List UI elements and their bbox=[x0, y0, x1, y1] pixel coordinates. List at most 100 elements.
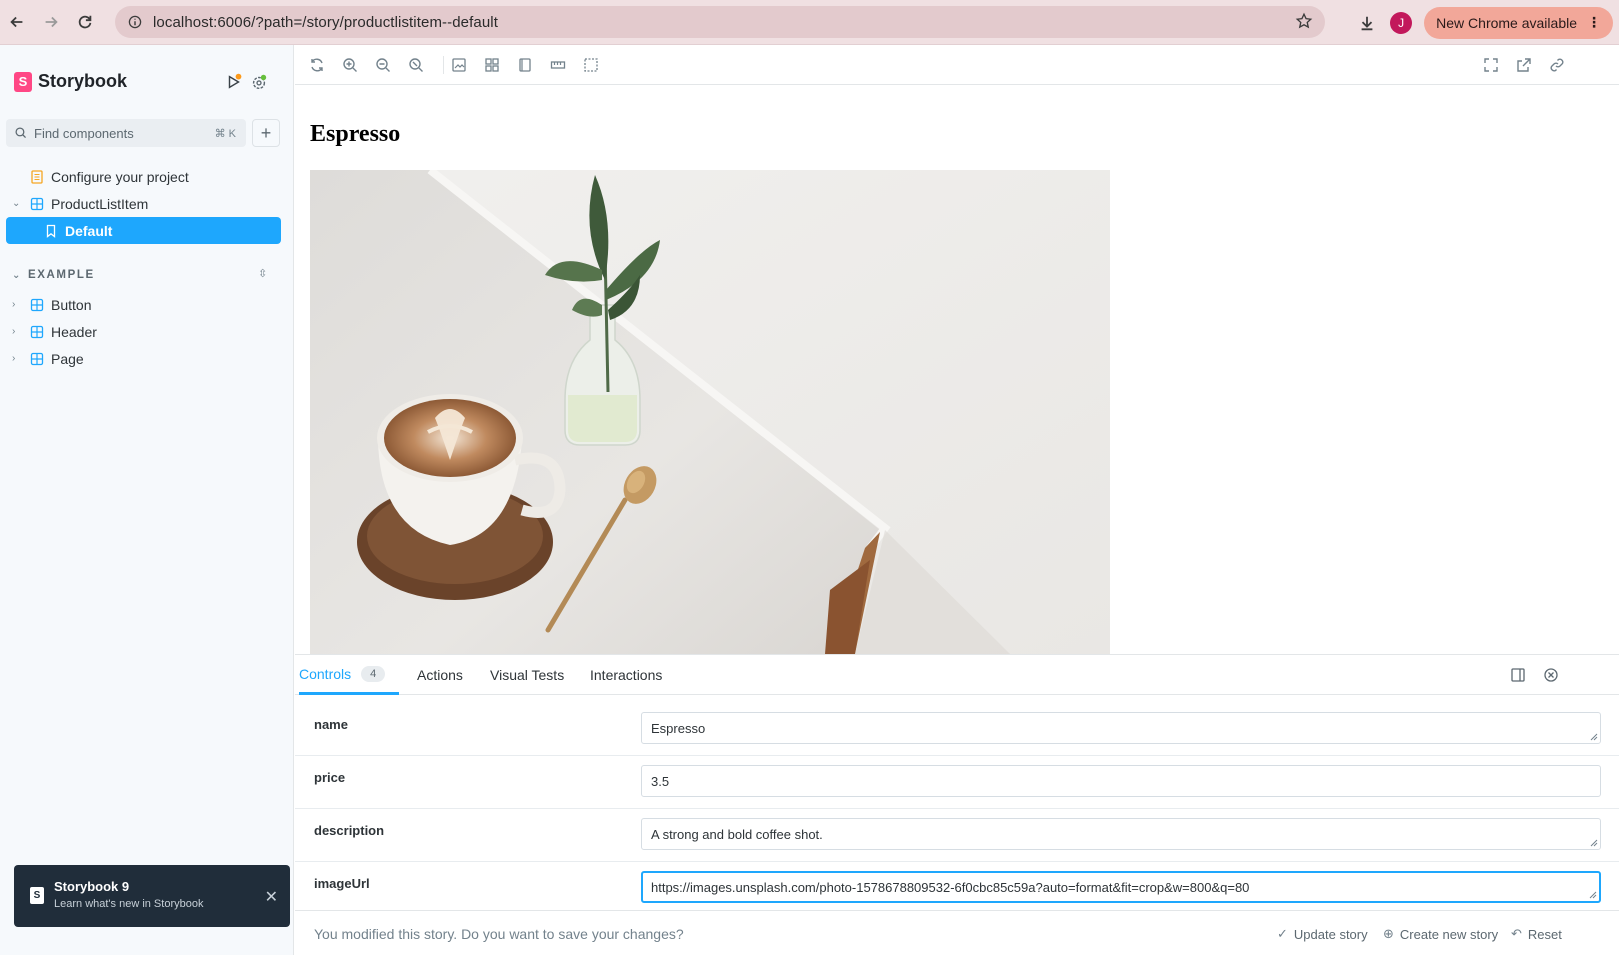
search-placeholder: Find components bbox=[34, 125, 134, 141]
resize-handle-icon[interactable] bbox=[1590, 839, 1598, 847]
open-new-tab-icon[interactable] bbox=[1516, 57, 1532, 73]
sidebar-item-label: Button bbox=[51, 296, 92, 313]
sidebar-item-button[interactable]: › Button bbox=[0, 291, 294, 318]
chevron-right-icon: › bbox=[12, 299, 16, 310]
chevron-down-icon: ⌄ bbox=[12, 269, 22, 281]
sidebar-item-productlistitem[interactable]: ⌄ ProductListItem bbox=[0, 190, 294, 217]
update-story-button[interactable]: ✓ Update story bbox=[1277, 926, 1368, 942]
description-field[interactable]: A strong and bold coffee shot. bbox=[641, 818, 1601, 850]
toast-subtitle: Learn what's new in Storybook bbox=[54, 898, 204, 910]
remount-icon[interactable] bbox=[309, 57, 325, 73]
component-icon bbox=[30, 352, 44, 365]
resize-handle-icon[interactable] bbox=[1589, 891, 1597, 899]
panel-orientation-icon[interactable] bbox=[1510, 667, 1526, 683]
browser-toolbar: localhost:6006/?path=/story/productlisti… bbox=[0, 0, 1619, 45]
sidebar-item-configure[interactable]: Configure your project bbox=[0, 163, 294, 190]
sidebar-item-page[interactable]: › Page bbox=[0, 345, 294, 372]
bookmark-icon bbox=[46, 224, 56, 238]
reload-button[interactable] bbox=[68, 5, 102, 39]
background-icon[interactable] bbox=[451, 57, 467, 73]
sidebar-item-header[interactable]: › Header bbox=[0, 318, 294, 345]
arrow-left-icon bbox=[10, 16, 23, 28]
address-bar[interactable]: localhost:6006/?path=/story/productlisti… bbox=[115, 6, 1325, 38]
save-changes-bar: You modified this story. Do you want to … bbox=[295, 910, 1619, 956]
whats-new-toast[interactable]: S Storybook 9 Learn what's new in Storyb… bbox=[14, 865, 290, 927]
control-label: description bbox=[314, 823, 385, 838]
expand-collapse-icon[interactable]: ⇳ bbox=[258, 267, 267, 280]
back-button[interactable] bbox=[0, 5, 34, 39]
document-icon bbox=[31, 169, 43, 184]
check-icon: ✓ bbox=[1277, 926, 1288, 941]
play-icon[interactable] bbox=[225, 73, 243, 91]
plus-icon: + bbox=[260, 122, 272, 143]
control-label: imageUrl bbox=[314, 876, 370, 891]
product-image bbox=[310, 170, 1110, 654]
profile-avatar[interactable]: J bbox=[1390, 11, 1413, 34]
forward-button[interactable] bbox=[34, 5, 68, 39]
tab-label: Visual Tests bbox=[490, 667, 565, 683]
create-story-button[interactable]: ⊕ Create new story bbox=[1383, 926, 1498, 942]
section-header-example[interactable]: ⌄ EXAMPLE bbox=[12, 269, 95, 281]
arrow-right-icon bbox=[45, 16, 58, 28]
component-icon bbox=[30, 325, 44, 338]
name-field[interactable]: Espresso bbox=[641, 712, 1601, 744]
search-shortcut: ⌘ K bbox=[214, 127, 236, 140]
grid-icon[interactable] bbox=[484, 57, 500, 73]
undo-icon: ↶ bbox=[1511, 926, 1522, 941]
chevron-down-icon: ⌄ bbox=[12, 198, 21, 209]
tab-label: Actions bbox=[417, 667, 463, 683]
copy-link-icon[interactable] bbox=[1549, 57, 1565, 73]
zoom-out-icon[interactable] bbox=[375, 57, 391, 73]
chrome-update-button[interactable]: New Chrome available ⋮ bbox=[1424, 6, 1613, 39]
url-text[interactable]: localhost:6006/?path=/story/productlisti… bbox=[153, 14, 498, 31]
save-message: You modified this story. Do you want to … bbox=[314, 926, 684, 942]
control-label: price bbox=[314, 770, 346, 785]
sidebar-item-label: Default bbox=[65, 222, 113, 239]
reset-button[interactable]: ↶ Reset bbox=[1511, 926, 1562, 942]
sidebar: S Storybook Find components ⌘ K + Config… bbox=[0, 45, 294, 955]
controls-count-badge: 4 bbox=[361, 665, 386, 682]
zoom-reset-icon[interactable] bbox=[408, 57, 424, 73]
chrome-update-label: New Chrome available bbox=[1436, 14, 1577, 31]
tab-controls[interactable]: Controls 4 bbox=[299, 655, 400, 695]
brand[interactable]: S Storybook bbox=[14, 71, 127, 92]
download-icon[interactable] bbox=[1358, 14, 1376, 32]
toast-title: Storybook 9 bbox=[54, 879, 130, 894]
close-icon[interactable]: ✕ bbox=[265, 887, 278, 907]
resize-handle-icon[interactable] bbox=[1590, 733, 1598, 741]
zoom-in-icon[interactable] bbox=[342, 57, 358, 73]
section-label: EXAMPLE bbox=[27, 269, 95, 281]
control-label: name bbox=[314, 717, 348, 732]
price-field[interactable]: 3.5 bbox=[641, 765, 1601, 797]
component-icon bbox=[30, 298, 44, 311]
tab-visual-tests[interactable]: Visual Tests bbox=[490, 655, 564, 695]
tab-interactions[interactable]: Interactions bbox=[590, 655, 662, 695]
viewport-icon[interactable] bbox=[517, 57, 533, 73]
addon-tabs: Controls 4 Actions Visual Tests Interact… bbox=[295, 655, 1619, 695]
outline-icon[interactable] bbox=[583, 57, 599, 73]
reset-label: Reset bbox=[1527, 926, 1562, 942]
field-value: 3.5 bbox=[651, 773, 670, 789]
more-vert-icon: ⋮ bbox=[1587, 14, 1601, 30]
tab-label: Interactions bbox=[590, 667, 663, 683]
fullscreen-icon[interactable] bbox=[1483, 57, 1499, 73]
site-info-icon[interactable] bbox=[127, 14, 143, 30]
product-name: Espresso bbox=[310, 121, 401, 147]
update-story-label: Update story bbox=[1293, 926, 1368, 942]
storybook-logo-icon: S bbox=[14, 71, 32, 92]
add-button[interactable]: + bbox=[252, 119, 280, 147]
component-icon bbox=[30, 197, 44, 210]
sidebar-item-label: Configure your project bbox=[51, 168, 189, 185]
measure-icon[interactable] bbox=[550, 57, 566, 73]
sidebar-item-default[interactable]: Default bbox=[6, 217, 281, 244]
settings-icon[interactable] bbox=[250, 73, 268, 91]
coffee-photo bbox=[310, 170, 1110, 654]
search-icon bbox=[15, 127, 26, 138]
search-input[interactable]: Find components ⌘ K bbox=[6, 119, 246, 147]
reload-icon bbox=[78, 15, 92, 29]
tab-actions[interactable]: Actions bbox=[417, 655, 463, 695]
control-row-imageurl: imageUrl https://images.unsplash.com/pho… bbox=[295, 862, 1619, 915]
close-panel-icon[interactable] bbox=[1543, 667, 1559, 683]
imageurl-field[interactable]: https://images.unsplash.com/photo-157867… bbox=[641, 871, 1601, 903]
bookmark-star-icon[interactable] bbox=[1295, 12, 1313, 30]
